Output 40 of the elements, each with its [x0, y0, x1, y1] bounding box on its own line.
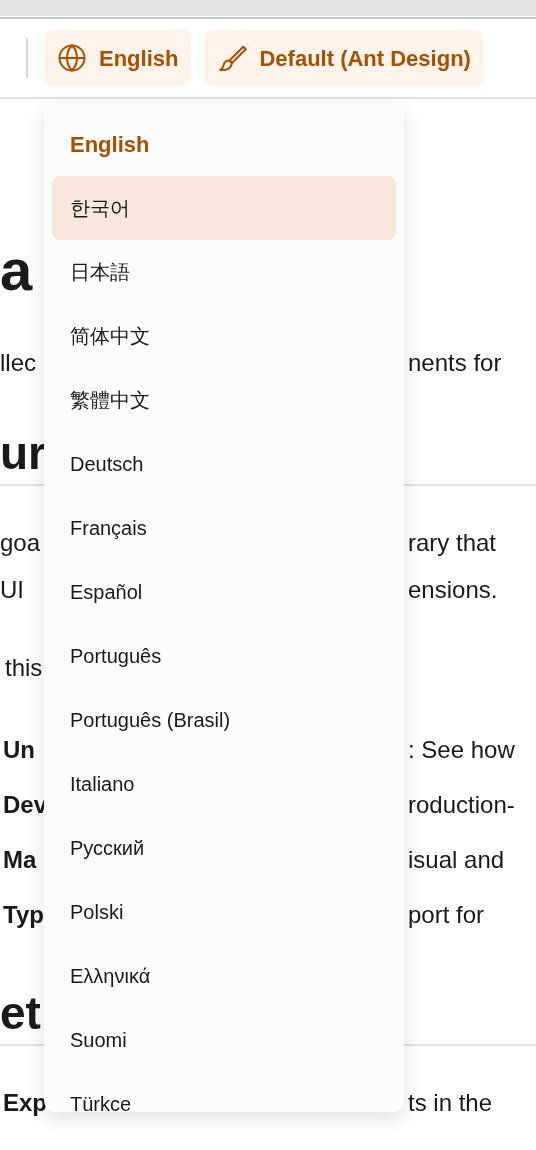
text-fragment: isual and [407, 844, 505, 875]
term-fragment: Exp [2, 1088, 47, 1118]
text-fragment: roduction- [407, 789, 515, 820]
term-fragment: Dev [2, 789, 48, 820]
menu-item[interactable]: 日本語 [52, 240, 396, 304]
menu-item[interactable]: Suomi [52, 1008, 396, 1072]
globe-icon [57, 43, 87, 73]
menu-item[interactable]: English [52, 112, 396, 176]
menu-item[interactable]: Русский [52, 816, 396, 880]
menu-item[interactable]: 简体中文 [52, 304, 396, 368]
menu-item[interactable]: Português (Brasil) [52, 688, 396, 752]
menu-item[interactable]: Ελληνικά [52, 944, 396, 1008]
text-fragment: ensions. [407, 574, 498, 605]
title-fragment: a [0, 238, 33, 302]
language-button[interactable]: English [44, 30, 192, 86]
term-fragment: Ma [2, 844, 37, 875]
menu-item[interactable]: 한국어 [52, 176, 396, 240]
text-fragment: this [4, 653, 43, 683]
text-fragment: : See how [407, 734, 515, 765]
menu-item[interactable]: 繁體中文 [52, 368, 396, 432]
brush-icon [217, 43, 248, 73]
heading-fragment: ur [0, 426, 46, 481]
menu-item[interactable]: Polski [52, 880, 396, 944]
text-fragment: UI [0, 574, 24, 605]
menu-item[interactable]: Español [52, 560, 396, 624]
term-fragment: Un [2, 734, 35, 765]
text-fragment: port for [407, 899, 485, 930]
menu-item[interactable]: Italiano [52, 752, 396, 816]
text-fragment: goa [0, 527, 41, 558]
text-fragment: ts in the [407, 1088, 493, 1118]
menu-item[interactable]: Türkce [52, 1072, 396, 1112]
text-fragment: llec [0, 348, 36, 378]
menu-item[interactable]: Português [52, 624, 396, 688]
menu-item[interactable]: Français [52, 496, 396, 560]
menu-item[interactable]: Deutsch [52, 432, 396, 496]
theme-button[interactable]: Default (Ant Design) [204, 30, 484, 86]
term-fragment: Typ [2, 899, 44, 930]
heading-fragment: et [0, 986, 41, 1041]
text-fragment: nents for [407, 348, 502, 378]
text-fragment: rary that [407, 527, 497, 558]
